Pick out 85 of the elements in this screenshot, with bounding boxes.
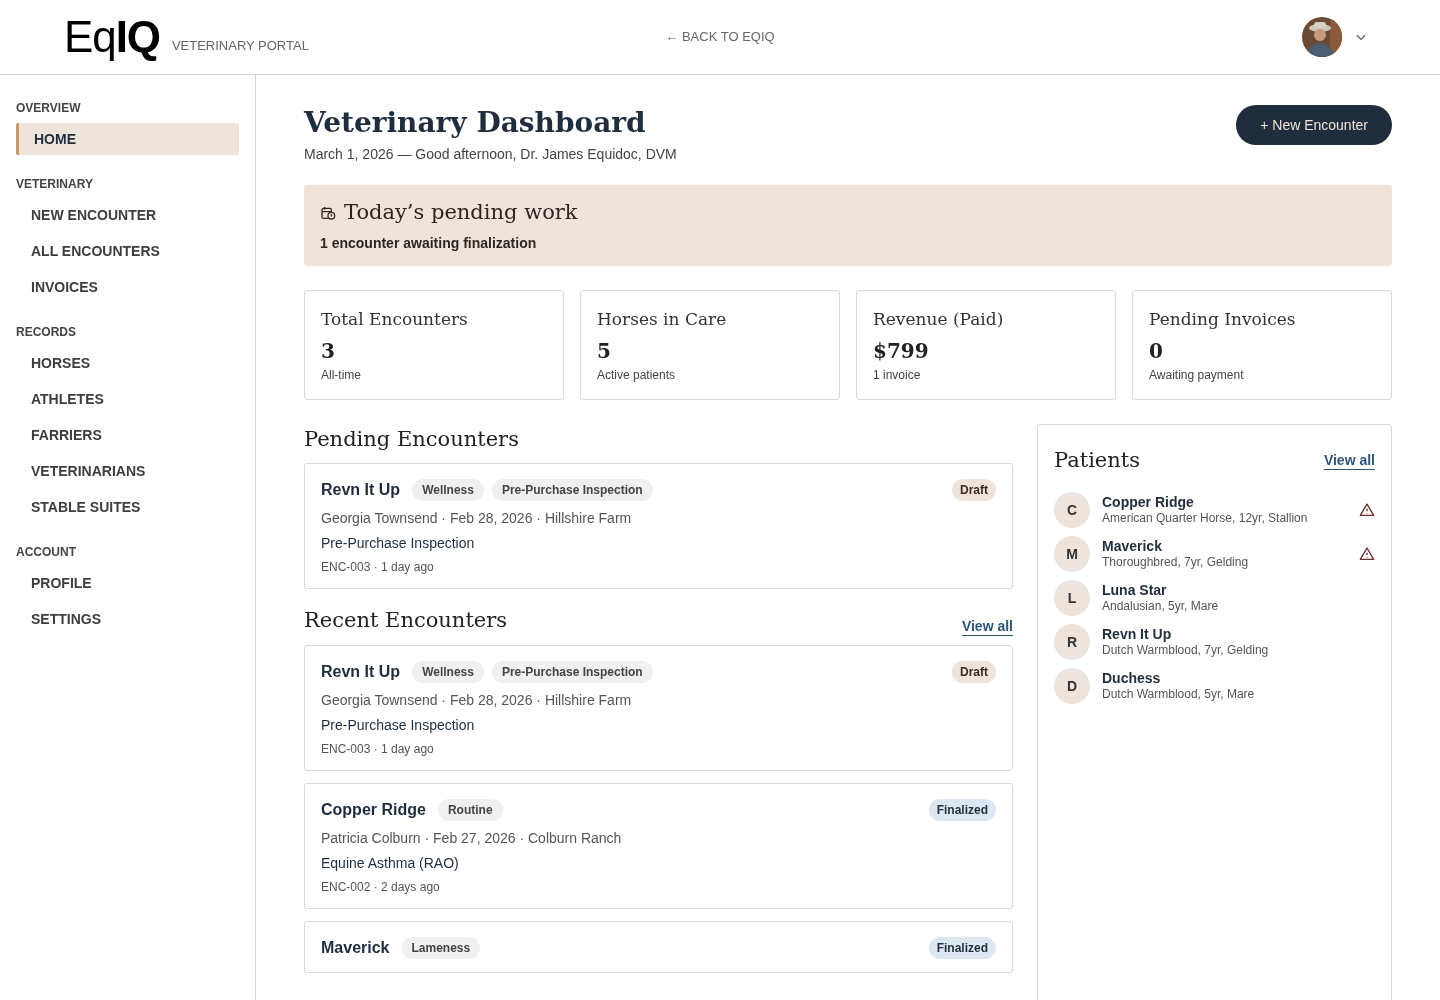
section-title: Recent Encounters (304, 607, 508, 634)
patient-details: Dutch Warmblood, 7yr, Gelding (1102, 643, 1270, 659)
sidebar-item[interactable]: FARRIERS (16, 419, 239, 451)
section-title: Pending Encounters (304, 425, 520, 453)
patient-avatar: M (1054, 536, 1090, 572)
stat-value: 0 (1149, 338, 1164, 365)
view-all-link[interactable]: View all (961, 615, 1013, 637)
stat-value: 5 (597, 338, 612, 365)
patient-avatar: L (1054, 580, 1090, 616)
stat-value: 3 (321, 338, 336, 365)
patient-details: Andalusian, 5yr, Mare (1102, 599, 1220, 615)
tag: Routine (437, 798, 503, 821)
patient-name[interactable]: Revn It Up (1102, 625, 1347, 644)
horse-name: Revn It Up (321, 480, 401, 500)
sidebar-section-title: RECORDS (16, 324, 77, 341)
calendar-clock-icon (320, 204, 336, 221)
sidebar-item[interactable]: HOME (16, 123, 239, 155)
encounter-meta: Georgia Townsend · Feb 28, 2026 · Hillshire Farm (321, 509, 633, 528)
sidebar-section-title: VETERINARY (16, 176, 94, 193)
banner-title: Today’s pending work (344, 199, 578, 226)
encounter-reference: ENC-003 · 1 day ago (321, 559, 435, 576)
stat-note: 1 invoice (873, 367, 922, 384)
patient-name[interactable]: Copper Ridge (1102, 493, 1347, 512)
tag: Wellness (412, 660, 484, 683)
sidebar-item[interactable]: HORSES (16, 347, 239, 379)
tag: Pre-Purchase Inspection (491, 660, 653, 683)
stat-note: All-time (321, 367, 362, 384)
patient-avatar: R (1054, 624, 1090, 660)
encounter-reason: Pre-Purchase Inspection (321, 715, 476, 735)
portal-label: VETERINARY PORTAL (171, 36, 309, 55)
sidebar-item[interactable]: PROFILE (16, 567, 239, 599)
logo[interactable]: EqIQ (64, 15, 160, 59)
tag: Pre-Purchase Inspection (491, 479, 653, 501)
encounter-meta: Georgia Townsend · Feb 28, 2026 · Hillshire Farm (321, 690, 633, 710)
back-link[interactable]: ← BACK TO EQIQ (665, 27, 775, 47)
banner-text: 1 encounter awaiting finalization (320, 233, 538, 253)
horse-name: Maverick (321, 937, 390, 958)
status-badge: Finalized (928, 798, 996, 821)
tag: Lameness (401, 936, 481, 959)
patient-details: Dutch Warmblood, 5yr, Mare (1102, 687, 1256, 703)
sidebar-section-title: ACCOUNT (16, 544, 77, 561)
encounter-card[interactable]: Revn It Up Wellness Pre-Purchase Inspection Draft Georgia Townsend · Feb 28, 2026 · Hillshire Farm Pre-Purchase Inspection ENC-003 · 1 day ago (304, 644, 1013, 771)
encounter-meta: Patricia Colburn · Feb 27, 2026 · Colburn Ranch (321, 828, 623, 848)
patient-name[interactable]: Luna Star (1102, 581, 1347, 600)
encounter-card[interactable]: Maverick Lameness Finalized (304, 920, 1013, 973)
page-title: Veterinary Dashboard (304, 105, 647, 140)
panel-title: Patients (1054, 446, 1141, 474)
stat-note: Active patients (597, 367, 677, 384)
patient-avatar: D (1054, 668, 1090, 704)
stat-value: $799 (873, 338, 930, 365)
view-all-link[interactable]: View all (1323, 449, 1375, 471)
warning-icon (1359, 502, 1375, 518)
new-encounter-button[interactable]: + New Encounter (1236, 105, 1392, 145)
tag: Wellness (412, 479, 484, 501)
stat-label: Revenue (Paid) (873, 307, 1005, 331)
stat-note: Awaiting payment (1149, 367, 1245, 384)
horse-name: Revn It Up (321, 661, 401, 682)
encounter-reference: ENC-002 · 2 days ago (321, 878, 441, 896)
stat-label: Horses in Care (597, 307, 728, 331)
patient-details: Thoroughbred, 7yr, Gelding (1102, 555, 1250, 571)
sidebar-item[interactable]: NEW ENCOUNTER (16, 199, 239, 231)
page-subtitle: March 1, 2026 — Good afternoon, Dr. James Equidoc, DVM (304, 145, 677, 164)
sidebar-item[interactable]: SETTINGS (16, 603, 239, 635)
patient-avatar: C (1054, 492, 1090, 528)
status-badge: Draft (952, 479, 996, 501)
status-badge: Finalized (928, 936, 996, 959)
encounter-reference: ENC-003 · 1 day ago (321, 740, 435, 758)
sidebar-item[interactable]: VETERINARIANS (16, 455, 239, 487)
stat-label: Total Encounters (321, 307, 469, 331)
sidebar-item[interactable]: ATHLETES (16, 383, 239, 415)
encounter-reason: Equine Asthma (RAO) (321, 853, 460, 873)
patient-name[interactable]: Maverick (1102, 537, 1347, 556)
sidebar-item[interactable]: INVOICES (16, 271, 239, 303)
sidebar-section-title: OVERVIEW (16, 100, 82, 117)
sidebar-item[interactable]: STABLE SUITES (16, 491, 239, 523)
patient-name[interactable]: Duchess (1102, 669, 1347, 688)
horse-name: Copper Ridge (321, 799, 426, 820)
stat-label: Pending Invoices (1149, 307, 1297, 331)
encounter-card[interactable]: Copper Ridge Routine Finalized Patricia Colburn · Feb 27, 2026 · Colburn Ranch Equine Asthma (RAO) ENC-002 · 2 days ago (304, 782, 1013, 909)
warning-icon (1359, 546, 1375, 562)
encounter-card[interactable]: Revn It Up Wellness Pre-Purchase Inspection Draft Georgia Townsend · Feb 28, 2026 · Hillshire Farm Pre-Purchase Inspection ENC-003 · 1 day ago (304, 463, 1013, 589)
status-badge: Draft (952, 660, 996, 683)
sidebar-item[interactable]: ALL ENCOUNTERS (16, 235, 239, 267)
patient-details: American Quarter Horse, 12yr, Stallion (1102, 511, 1309, 527)
encounter-reason: Pre-Purchase Inspection (321, 534, 476, 553)
